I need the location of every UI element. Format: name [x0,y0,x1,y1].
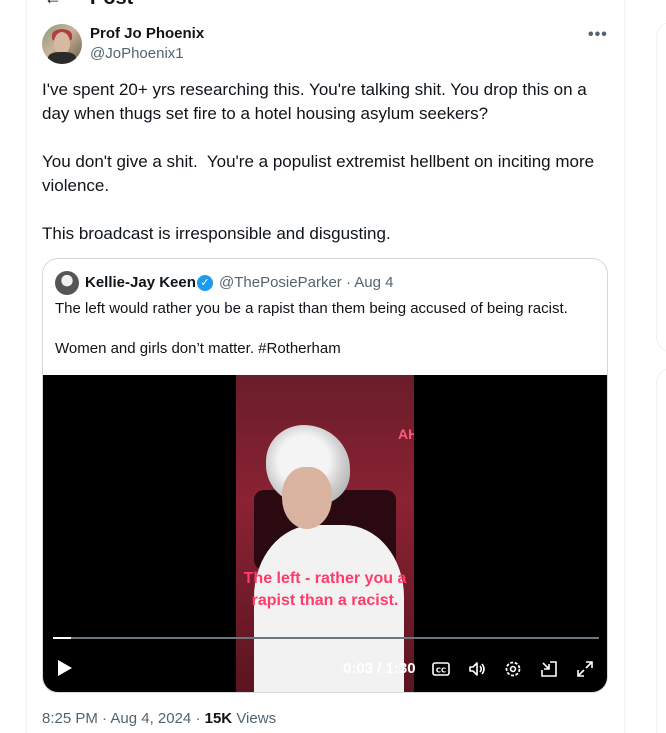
caption-line: The left - rather you a [243,570,407,587]
progress-fill [53,637,72,639]
caption-line: rapist than a racist. [251,592,399,609]
sidebar-card [656,22,666,352]
quoted-text: The left would rather you be a rapist th… [55,299,595,379]
quoted-post[interactable]: Kellie-Jay Keen ✓ @ThePosieParker · Aug … [42,258,608,693]
quoted-author-handle: @ThePosieParker · Aug 4 [219,274,394,291]
quoted-author-name: Kellie-Jay Keen [85,274,196,291]
video-caption: The left - rather you a rapist than a ra… [236,568,414,612]
settings-icon[interactable] [503,659,523,679]
left-gutter [0,0,26,733]
meta-separator: · [191,710,205,727]
quoted-paragraph: The left would rather you be a rapist th… [55,300,568,317]
video-progress-bar[interactable] [53,637,599,639]
post-timestamp[interactable]: 8:25 PM · Aug 4, 2024 [42,710,191,727]
views-count: 15K [204,710,233,727]
views-label: Views [232,710,277,727]
video-frame: AHF [236,375,414,692]
play-icon[interactable] [57,659,73,677]
back-arrow-icon[interactable]: ← [44,0,62,9]
video-time: 0:03 / 1:30 [343,660,416,677]
tweet-text: I've spent 20+ yrs researching this. You… [42,78,612,270]
page-title: Post [90,0,133,10]
fullscreen-icon[interactable] [575,659,595,679]
volume-icon[interactable] [467,659,487,679]
minimize-icon[interactable] [539,659,559,679]
quoted-paragraph: Women and girls don’t matter. #Rotherham [55,340,341,357]
neon-sign: AHF [398,426,414,442]
post-meta: 8:25 PM · Aug 4, 2024 · 15K Views [42,710,276,727]
verified-badge-icon: ✓ [197,275,213,291]
tweet-paragraph: I've spent 20+ yrs researching this. You… [42,80,592,123]
page-header: ← Post [44,0,133,10]
author-name[interactable]: Prof Jo Phoenix [90,25,204,42]
tweet-paragraph: This broadcast is irresponsible and disg… [42,224,391,243]
quoted-avatar [55,271,79,295]
svg-text:CC: CC [436,667,446,675]
tweet-paragraph: You don't give a shit. You're a populist… [42,152,599,195]
more-icon[interactable]: ••• [588,26,608,44]
avatar[interactable] [42,24,82,64]
video-player[interactable]: AHF The left - rather you a rapist than … [43,375,607,692]
author-handle[interactable]: @JoPhoenix1 [90,45,184,62]
sidebar-card [656,368,666,733]
captions-icon[interactable]: CC [431,659,451,679]
